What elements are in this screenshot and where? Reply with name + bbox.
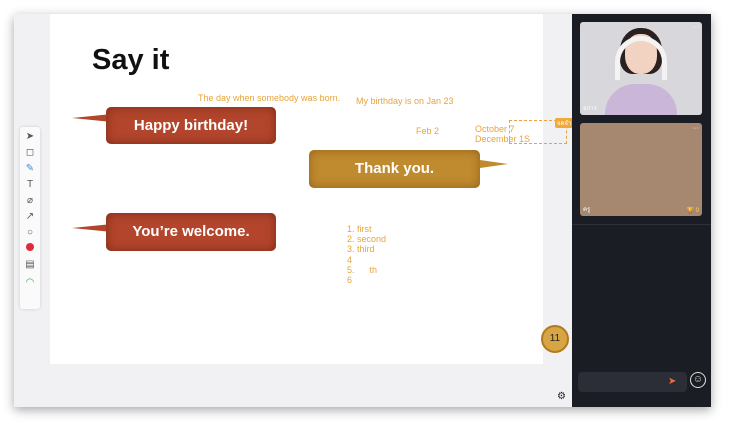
list-item: 6 (347, 275, 353, 285)
participant-1-name: ธการ (583, 106, 597, 112)
more-options-icon[interactable]: ··· (692, 24, 699, 31)
annotation-october: October 7 (475, 124, 515, 134)
participant-body (605, 84, 677, 115)
emoji-icon[interactable]: ☺ (690, 372, 706, 388)
list-item: 1. first (347, 224, 372, 234)
signal-icon[interactable]: ◠ (24, 277, 36, 289)
annotation-feb: Feb 2 (416, 126, 440, 136)
annotation-december: December 1S (475, 134, 531, 144)
video-participant-1[interactable]: ··· ธการ (580, 22, 702, 115)
bubble-tail-thank-you (480, 160, 508, 168)
eraser-icon[interactable]: ⌀ (24, 195, 36, 207)
drawing-toolbar: ➤ ◻ ✎ T ⌀ ↗ ○ ▤ ◠ (20, 127, 40, 309)
bubble-youre-welcome-text: You’re welcome. (132, 223, 250, 240)
shape-tool-icon[interactable]: ○ (24, 227, 36, 239)
line-tool-icon[interactable]: ↗ (24, 211, 36, 223)
video-participant-2[interactable]: ··· ครู 🏆 0 (580, 123, 702, 216)
list-item: 3. third (347, 244, 375, 254)
pen-icon[interactable]: ✎ (24, 163, 36, 175)
color-picker-icon[interactable] (24, 243, 36, 255)
list-item: 2. second (347, 234, 387, 244)
slide-title: Say it (92, 44, 170, 76)
select-cursor-icon[interactable]: ➤ (24, 131, 36, 143)
bubble-thank-you: Thank you. (309, 150, 480, 188)
bubble-thank-you-text: Thank you. (354, 160, 435, 177)
more-options-icon[interactable]: ··· (692, 125, 699, 132)
app-window: Say it Happy birthday! Thank you. You’re… (14, 14, 711, 407)
participant-2-name: ครู (583, 207, 591, 213)
participants-panel: ··· ธการ ··· ครู 🏆 0 ➤ ☺ (572, 14, 711, 407)
bubble-happy-birthday-text: Happy birthday! (133, 117, 249, 134)
clear-icon[interactable]: ▤ (24, 259, 36, 271)
lasso-icon[interactable]: ◻ (24, 147, 36, 159)
headphones-icon (615, 36, 667, 80)
bubble-youre-welcome: You’re welcome. (106, 213, 276, 251)
trophy-count: 🏆 0 (686, 208, 699, 214)
panel-divider (572, 224, 711, 225)
text-tool-icon[interactable]: T (24, 179, 36, 191)
annotation-day-born: The day when somebody was born. (198, 93, 341, 103)
bubble-happy-birthday: Happy birthday! (106, 107, 276, 144)
send-icon[interactable]: ➤ (668, 376, 676, 387)
page-number-badge[interactable]: 11 (541, 325, 569, 353)
list-item: 5. th (347, 265, 378, 275)
settings-gear-icon[interactable]: ⚙ (557, 391, 566, 402)
slide-canvas[interactable]: Say it Happy birthday! Thank you. You’re… (50, 14, 574, 364)
textbox-tag[interactable]: จดจำ (555, 118, 574, 128)
list-item: 4 (347, 255, 353, 265)
annotation-my-birthday: My birthday is on Jan 23 (356, 96, 454, 106)
